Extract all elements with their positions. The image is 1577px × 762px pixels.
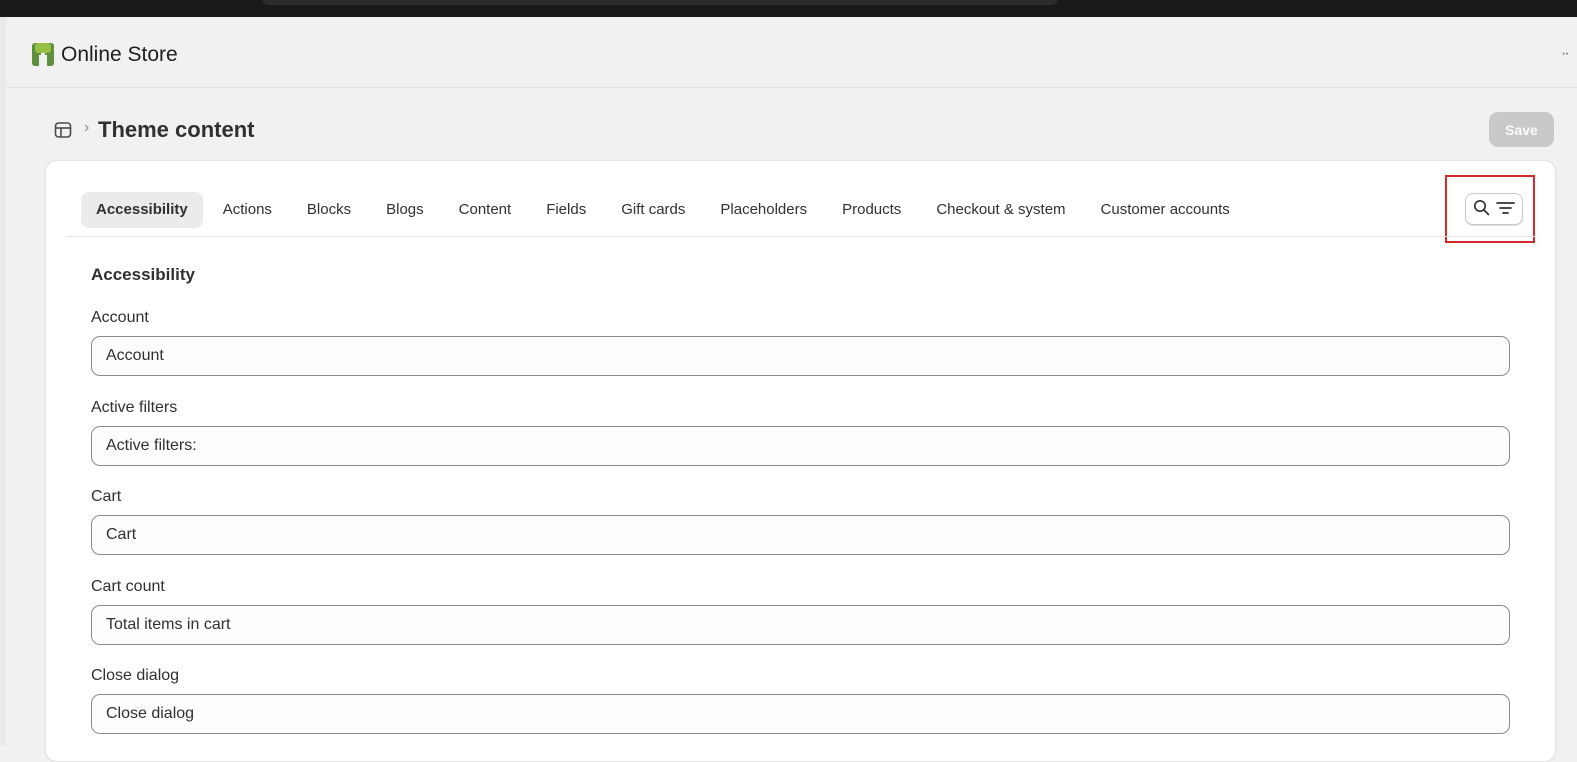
field-cart: Cart bbox=[91, 487, 1510, 555]
top-search-pill[interactable] bbox=[262, 0, 1058, 5]
field-label: Active filters bbox=[91, 399, 178, 416]
filter-lines-icon bbox=[1496, 201, 1515, 218]
save-button[interactable]: Save bbox=[1489, 112, 1554, 147]
tab-checkout-system[interactable]: Checkout & system bbox=[921, 192, 1080, 228]
field-cart-count: Cart count bbox=[91, 577, 1510, 645]
tab-customer-accounts[interactable]: Customer accounts bbox=[1086, 192, 1245, 228]
browser-top-bar bbox=[0, 0, 1577, 17]
tab-content[interactable]: Content bbox=[444, 192, 527, 228]
tab-placeholders[interactable]: Placeholders bbox=[705, 192, 822, 228]
tab-bar: Accessibility Actions Blocks Blogs Conte… bbox=[81, 192, 1250, 228]
search-filter-button[interactable] bbox=[1465, 193, 1523, 225]
field-active-filters: Active filters bbox=[91, 398, 1510, 466]
tab-gift-cards[interactable]: Gift cards bbox=[606, 192, 700, 228]
account-input[interactable] bbox=[91, 336, 1510, 376]
theme-icon[interactable] bbox=[54, 121, 72, 139]
page-title: Theme content bbox=[98, 117, 255, 142]
breadcrumb-separator: › bbox=[84, 119, 90, 136]
tab-blocks[interactable]: Blocks bbox=[292, 192, 366, 228]
close-dialog-input[interactable] bbox=[91, 694, 1510, 734]
tab-actions[interactable]: Actions bbox=[208, 192, 287, 228]
tab-accessibility[interactable]: Accessibility bbox=[81, 192, 203, 228]
theme-content-card: Accessibility Actions Blocks Blogs Conte… bbox=[45, 160, 1556, 762]
tab-products[interactable]: Products bbox=[827, 192, 916, 228]
tabs-divider bbox=[66, 236, 1535, 237]
tab-fields[interactable]: Fields bbox=[531, 192, 601, 228]
more-actions-icon[interactable]: ·· bbox=[1561, 45, 1570, 63]
store-logo-icon bbox=[31, 42, 55, 67]
section-heading: Accessibility bbox=[91, 265, 195, 284]
search-icon bbox=[1473, 199, 1490, 219]
active-filters-input[interactable] bbox=[91, 426, 1510, 466]
field-account: Account bbox=[91, 308, 1510, 376]
page-header: › Theme content Save bbox=[0, 110, 1577, 150]
app-bar: Online Store ·· bbox=[6, 17, 1577, 88]
field-label: Cart count bbox=[91, 578, 165, 595]
field-label: Account bbox=[91, 309, 149, 326]
cart-count-input[interactable] bbox=[91, 605, 1510, 645]
field-label: Cart bbox=[91, 488, 122, 505]
cart-input[interactable] bbox=[91, 515, 1510, 555]
field-label: Close dialog bbox=[91, 667, 180, 684]
tab-blogs[interactable]: Blogs bbox=[371, 192, 439, 228]
app-title: Online Store bbox=[61, 43, 178, 66]
field-close-dialog: Close dialog bbox=[91, 666, 1510, 734]
